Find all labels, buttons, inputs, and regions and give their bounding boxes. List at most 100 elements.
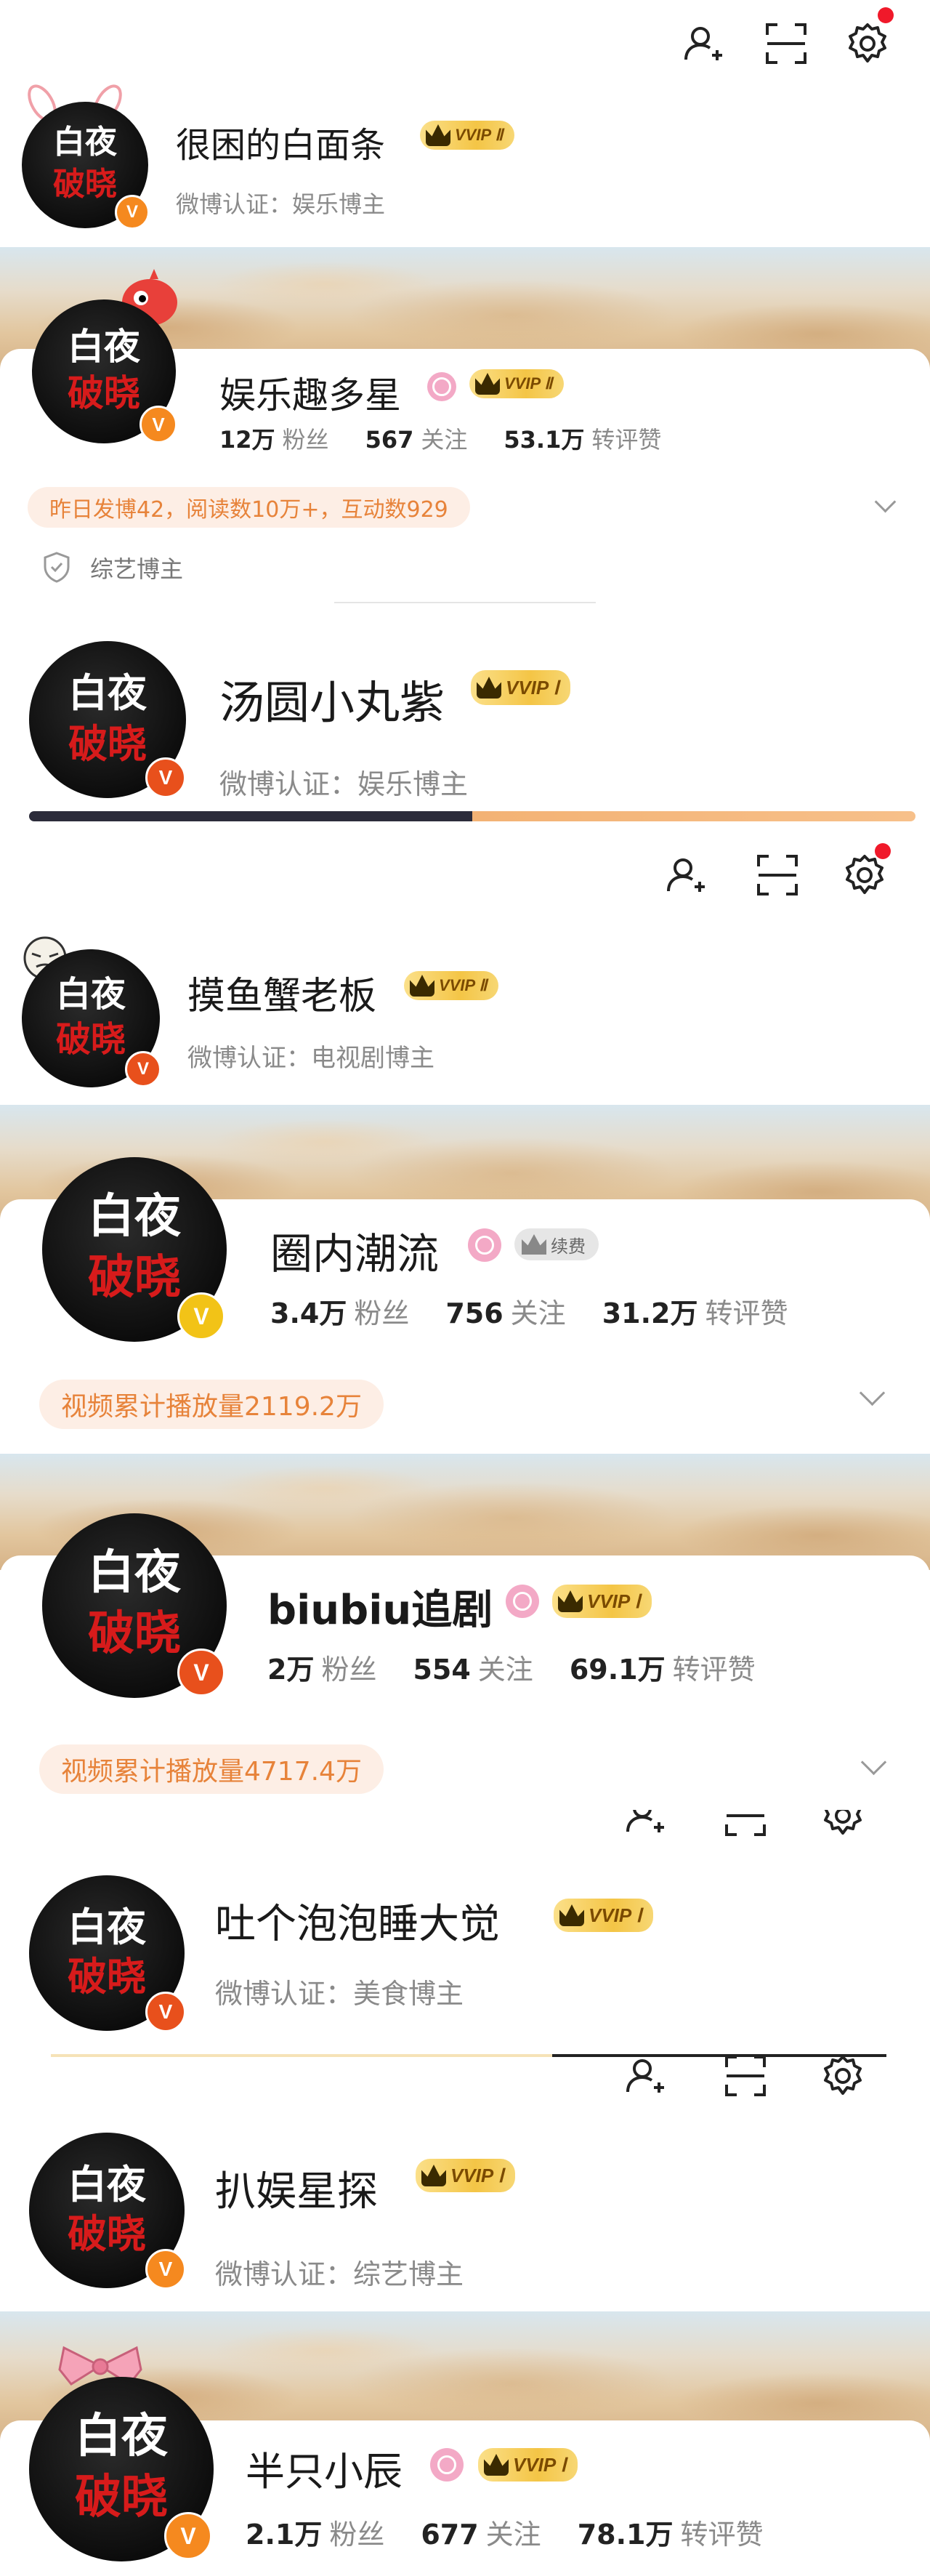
activity-pill[interactable]: 视频累计播放量2119.2万: [39, 1380, 384, 1429]
vip-badge[interactable]: VVIP Ⅱ: [469, 369, 565, 398]
username[interactable]: 半只小辰: [246, 2439, 403, 2497]
vip-label: VVIP Ⅱ: [455, 126, 504, 144]
profile-section-9: 白夜 破晓 V 半只小辰 VVIP Ⅰ 2.1万 粉丝 677 关注 78.1万…: [0, 2311, 930, 2576]
avatar-text-top: 白夜: [68, 325, 140, 368]
activity-pill[interactable]: 视频累计播放量4717.4万: [39, 1744, 384, 1794]
settings-icon[interactable]: [820, 2057, 866, 2099]
scan-icon[interactable]: [722, 1810, 769, 1839]
avatar-text-top: 白夜: [88, 1189, 181, 1244]
vip-label: VVIP Ⅰ: [587, 1590, 641, 1612]
settings-icon[interactable]: [820, 1810, 866, 1839]
crown-icon: [522, 1234, 546, 1255]
stats-row: 2.1万 粉丝 677 关注 78.1万 转评赞: [246, 2512, 799, 2552]
following-count[interactable]: 677: [421, 2519, 478, 2551]
scan-icon[interactable]: [722, 2057, 769, 2099]
vip-badge[interactable]: VVIP Ⅰ: [478, 2448, 578, 2482]
stats-row: 2万 粉丝 554 关注 69.1万 转评赞: [267, 1647, 792, 1687]
interactions-label: 转评赞: [680, 2519, 764, 2551]
verified-badge-icon: V: [145, 757, 186, 798]
username[interactable]: 很困的白面条: [176, 116, 385, 167]
followers-label: 粉丝: [354, 1297, 410, 1329]
vip-label: VVIP Ⅱ: [439, 976, 488, 994]
avatar-text-top: 白夜: [88, 1545, 181, 1600]
profile-section-5: 白夜 破晓 V 圈内潮流 续费 3.4万 粉丝 756 关注 31.2万 转评赞…: [0, 1105, 930, 1454]
scan-icon[interactable]: [754, 852, 801, 898]
search-topic-icon[interactable]: [468, 1228, 501, 1262]
followers-count[interactable]: 3.4万: [270, 1291, 347, 1331]
vip-badge[interactable]: VVIP Ⅰ: [471, 670, 571, 705]
username[interactable]: 扒娱星探: [215, 2159, 378, 2218]
verified-badge-icon: V: [177, 1649, 225, 1696]
settings-icon[interactable]: [844, 20, 891, 67]
avatar-text-bottom: 破晓: [68, 2210, 146, 2257]
following-label: 关注: [421, 426, 468, 454]
username[interactable]: 吐个泡泡睡大觉: [215, 1891, 500, 1950]
username[interactable]: 汤圆小丸紫: [219, 666, 445, 731]
interactions-label: 转评赞: [591, 426, 662, 454]
username[interactable]: 圈内潮流: [270, 1220, 439, 1281]
renew-vip-badge[interactable]: 续费: [514, 1228, 599, 1260]
search-topic-icon[interactable]: [427, 372, 456, 401]
vip-badge[interactable]: VVIP Ⅱ: [420, 121, 515, 150]
vip-badge[interactable]: VVIP Ⅰ: [554, 1899, 654, 1932]
interactions-count[interactable]: 69.1万: [570, 1647, 666, 1687]
avatar[interactable]: 白夜 破晓 V: [29, 2133, 186, 2290]
interactions-count[interactable]: 31.2万: [602, 1291, 698, 1331]
verification-text: 微博认证：美食博主: [215, 1978, 464, 2010]
add-friend-icon[interactable]: [680, 20, 727, 67]
crown-icon: [421, 2165, 446, 2186]
activity-pill[interactable]: 昨日发博42，阅读数10万+，互动数929: [28, 487, 470, 528]
username[interactable]: biubiu追剧: [267, 1577, 493, 1636]
followers-count[interactable]: 12万: [219, 422, 275, 455]
add-friend-icon[interactable]: [622, 2057, 668, 2099]
followers-count[interactable]: 2万: [267, 1647, 314, 1687]
avatar-text-bottom: 破晓: [68, 1953, 146, 2000]
avatar[interactable]: 白夜 破晓 V: [32, 299, 177, 443]
search-topic-icon[interactable]: [506, 1585, 539, 1618]
crown-icon: [410, 975, 434, 997]
vip-label: VVIP Ⅰ: [589, 1904, 642, 1926]
avatar[interactable]: 白夜 破晓 V: [29, 641, 186, 798]
following-count[interactable]: 554: [413, 1654, 470, 1686]
following-label: 关注: [477, 1654, 533, 1686]
add-friend-icon[interactable]: [622, 1810, 668, 1839]
verified-badge-icon: V: [145, 2249, 186, 2290]
verified-badge-icon: V: [125, 1051, 161, 1087]
vip-badge[interactable]: VVIP Ⅱ: [404, 971, 499, 1000]
vip-badge[interactable]: VVIP Ⅰ: [552, 1585, 652, 1618]
avatar-text-top: 白夜: [68, 669, 147, 716]
profile-section-4: 白夜 破晓 V 摸鱼蟹老板 VVIP Ⅱ 微博认证：电视剧博主: [0, 821, 930, 1105]
avatar[interactable]: 白夜 破晓 V: [29, 1875, 186, 2032]
followers-count[interactable]: 2.1万: [246, 2512, 322, 2552]
profile-section-1: 白夜 破晓 V 很困的白面条 VVIP Ⅱ 微博认证：娱乐博主: [0, 0, 930, 247]
followers-label: 粉丝: [321, 1654, 377, 1686]
avatar[interactable]: 白夜 破晓 V: [42, 1513, 227, 1698]
profile-section-6: 白夜 破晓 V biubiu追剧 VVIP Ⅰ 2万 粉丝 554 关注 69.…: [0, 1454, 930, 1810]
avatar[interactable]: 白夜 破晓 V: [29, 2377, 214, 2561]
avatar[interactable]: 白夜 破晓 V: [42, 1157, 227, 1342]
profile-section-2: 白夜 破晓 V 娱乐趣多星 VVIP Ⅱ 12万 粉丝 567 关注 53.1万…: [0, 247, 930, 603]
avatar[interactable]: 白夜 破晓 V: [22, 949, 161, 1087]
interactions-label: 转评赞: [705, 1297, 788, 1329]
crown-icon: [559, 1904, 584, 1926]
stats-row: 3.4万 粉丝 756 关注 31.2万 转评赞: [270, 1291, 824, 1331]
username[interactable]: 娱乐趣多星: [219, 366, 401, 419]
following-count[interactable]: 756: [445, 1297, 503, 1329]
add-friend-icon[interactable]: [663, 852, 709, 898]
vip-badge[interactable]: VVIP Ⅰ: [416, 2159, 516, 2192]
interactions-count[interactable]: 53.1万: [504, 422, 584, 455]
crown-icon: [477, 677, 501, 699]
search-topic-icon[interactable]: [430, 2448, 464, 2482]
profile-section-7: 白夜 破晓 V 吐个泡泡睡大觉 VVIP Ⅰ 微博认证：美食博主: [0, 1810, 930, 2057]
notification-dot: [878, 7, 894, 23]
notification-dot: [875, 843, 891, 859]
avatar[interactable]: 白夜 破晓 V: [22, 102, 150, 230]
profile-section-3: 白夜 破晓 V 汤圆小丸紫 VVIP Ⅰ 微博认证：娱乐博主: [0, 603, 930, 821]
scan-icon[interactable]: [763, 20, 809, 67]
progress-strip: [29, 811, 915, 821]
avatar-text-top: 白夜: [68, 2161, 146, 2207]
username[interactable]: 摸鱼蟹老板: [187, 965, 376, 1020]
interactions-count[interactable]: 78.1万: [578, 2512, 674, 2552]
vip-label: VVIP Ⅰ: [450, 2164, 504, 2186]
following-count[interactable]: 567: [365, 426, 414, 454]
